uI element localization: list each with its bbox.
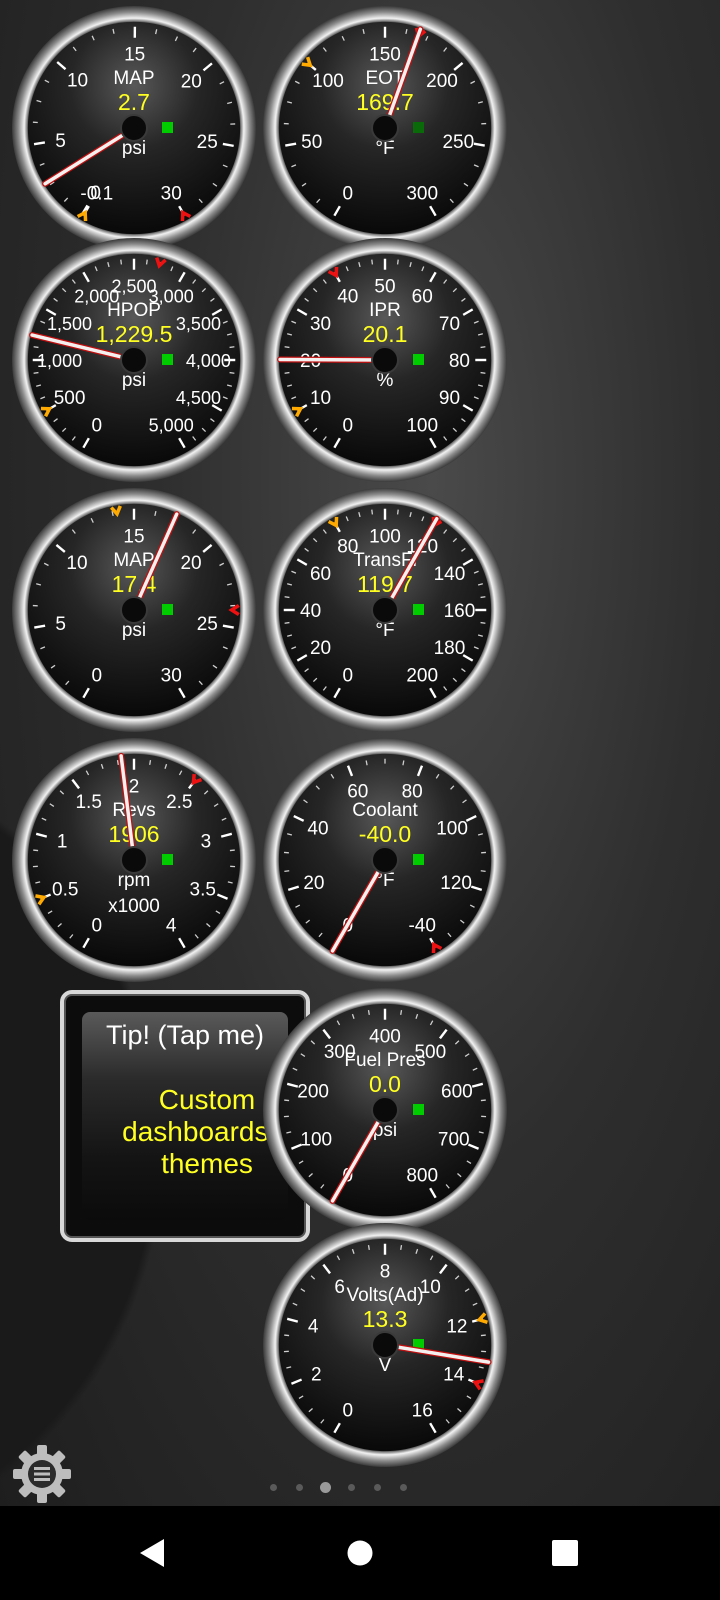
- tick-label: 12: [446, 1317, 467, 1338]
- page-dot[interactable]: [296, 1484, 303, 1491]
- gauges-overlay-layer: 0100200300400500600700800Fuel Pres0.0psi…: [263, 988, 507, 1467]
- page-dot[interactable]: [270, 1484, 277, 1491]
- tick-label: 800: [406, 1165, 438, 1186]
- tick-label: 100: [300, 1129, 332, 1150]
- page-dot[interactable]: [348, 1484, 355, 1491]
- settings-button[interactable]: [12, 1444, 72, 1504]
- needle-hub: [371, 1331, 399, 1359]
- gauge-label: Volts(Ad): [346, 1285, 423, 1306]
- page-indicator: [270, 1482, 430, 1494]
- gauge-value: 0.0: [369, 1071, 401, 1097]
- minor-tick: [367, 1244, 370, 1251]
- tick-label: 14: [443, 1364, 465, 1385]
- gauge-value: 13.3: [363, 1306, 408, 1332]
- gauge-volts[interactable]: 0246810121416Volts(Ad)13.3V: [263, 1223, 507, 1467]
- tick-label: 200: [297, 1082, 329, 1103]
- page-dot[interactable]: [320, 1482, 331, 1493]
- minor-tick: [400, 1244, 403, 1251]
- tick-label: 16: [412, 1400, 433, 1421]
- tick-label: 4: [308, 1317, 319, 1338]
- gear-menu-icon: [13, 1445, 71, 1503]
- nav-back-button[interactable]: [128, 1528, 178, 1578]
- android-nav-bar: [0, 1506, 720, 1600]
- back-triangle-icon: [140, 1539, 164, 1567]
- tick-label: 400: [369, 1027, 401, 1048]
- page-dot[interactable]: [374, 1484, 381, 1491]
- tick-label: 8: [380, 1262, 391, 1283]
- nav-recents-button[interactable]: [540, 1528, 590, 1578]
- page-dot[interactable]: [400, 1484, 407, 1491]
- gauge-label: Fuel Pres: [344, 1050, 425, 1071]
- minor-tick: [367, 1009, 370, 1016]
- minor-tick: [400, 1009, 403, 1016]
- tick-label: 600: [441, 1082, 473, 1103]
- tick-label: 6: [334, 1277, 345, 1298]
- status-indicator: [413, 1104, 424, 1115]
- dashboard-screen: -0.1 0 5 10 15 20 25 30 MAP 2.7 psi 0 50 100 150 200 250…: [0, 0, 720, 1600]
- tick-label: 0: [343, 1400, 354, 1421]
- needle-hub: [371, 1096, 399, 1124]
- tick-label: 700: [438, 1129, 470, 1150]
- gauge-fuelpres[interactable]: 0100200300400500600700800Fuel Pres0.0psi: [263, 988, 507, 1232]
- tick-label: 2: [311, 1364, 322, 1385]
- home-circle-icon: [347, 1540, 373, 1566]
- recents-square-icon: [552, 1540, 578, 1566]
- nav-home-button[interactable]: [335, 1528, 385, 1578]
